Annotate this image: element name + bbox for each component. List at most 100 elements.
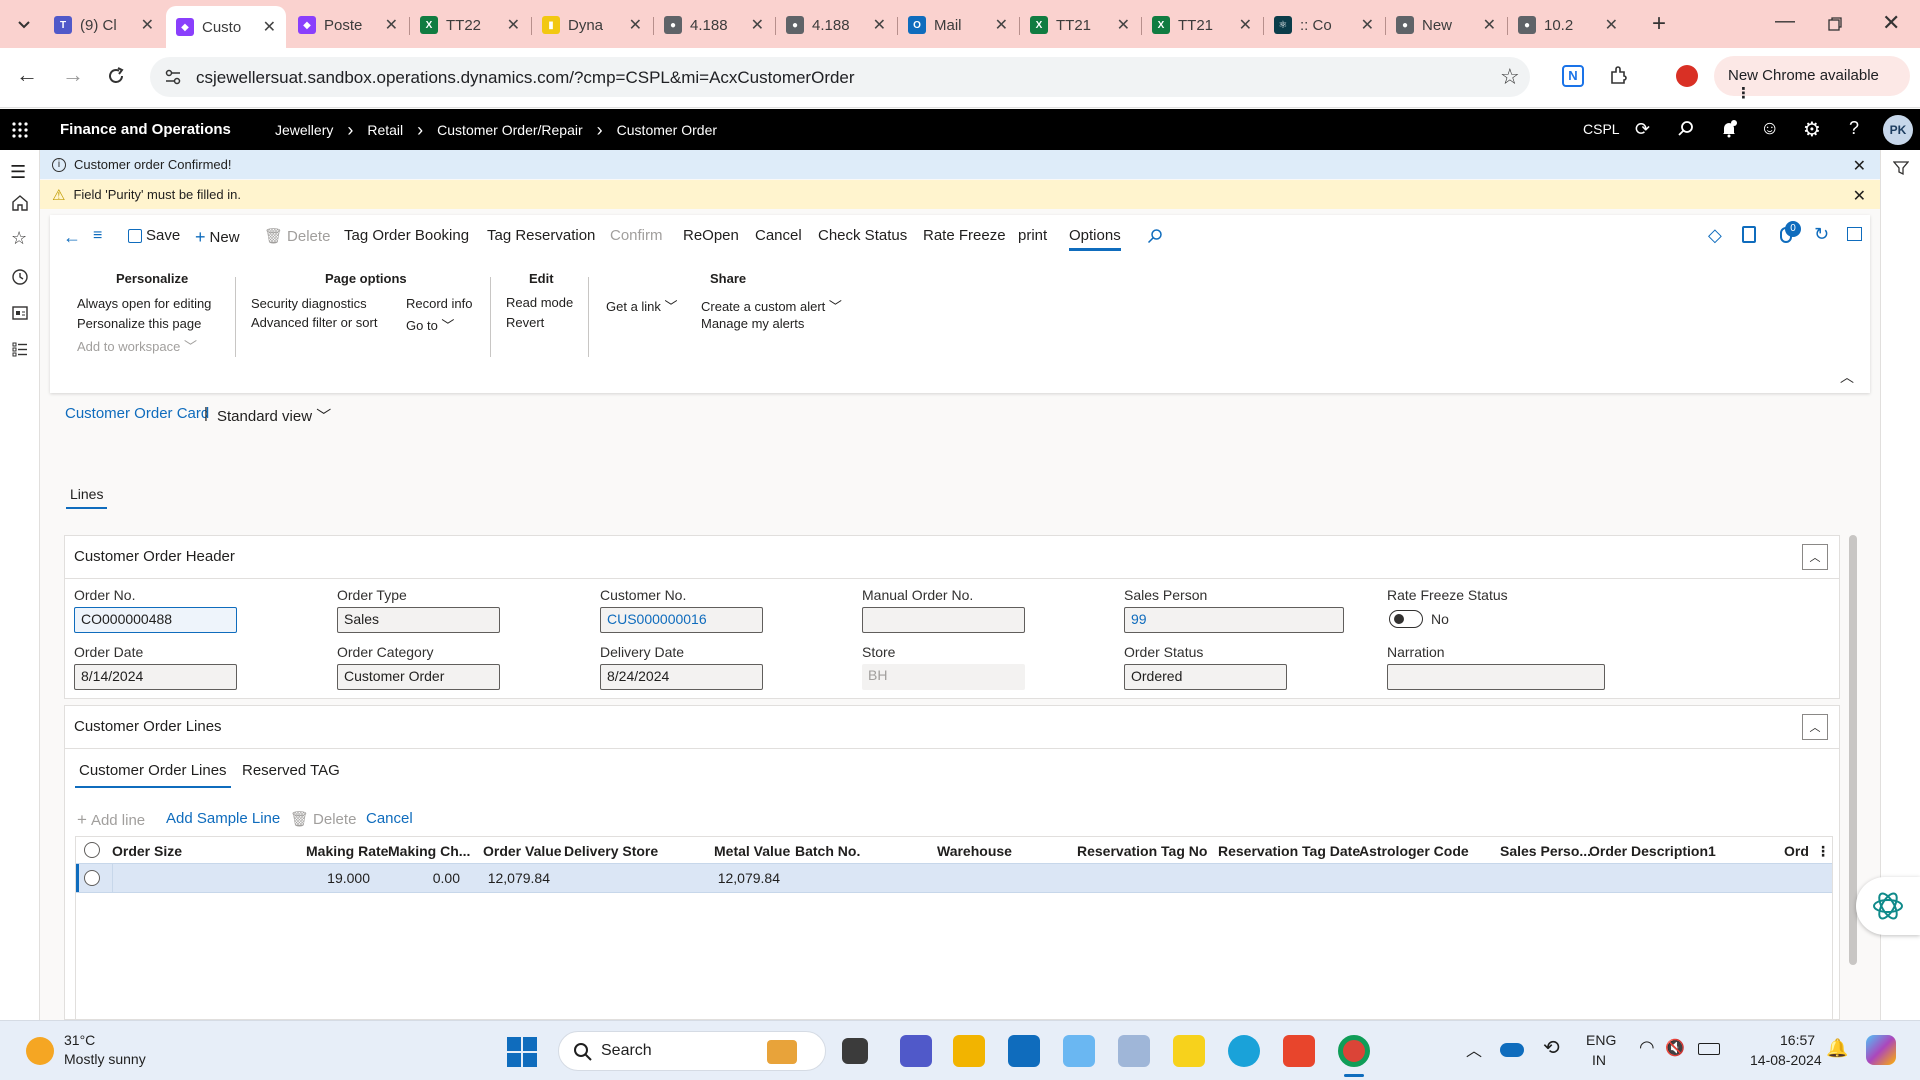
new-button[interactable]: + New xyxy=(195,227,240,248)
check-status-button[interactable]: Check Status xyxy=(818,227,907,244)
close-window-button[interactable]: ✕ xyxy=(1882,10,1900,36)
office-app-icon[interactable] xyxy=(1283,1035,1315,1067)
close-icon[interactable]: ✕ xyxy=(1853,186,1866,206)
cell-metal-value[interactable]: 12,079.84 xyxy=(696,870,780,886)
notifications-icon[interactable] xyxy=(1719,119,1739,139)
close-tab-icon[interactable]: ✕ xyxy=(751,15,764,35)
always-open-for-editing[interactable]: Always open for editing xyxy=(77,296,211,311)
extension-n-icon[interactable]: N xyxy=(1562,65,1584,87)
breadcrumb-customer-order-repair[interactable]: Customer Order/Repair xyxy=(437,122,583,138)
rate-freeze-toggle[interactable] xyxy=(1389,610,1423,628)
print-button[interactable]: print xyxy=(1018,227,1047,244)
close-tab-icon[interactable]: ✕ xyxy=(629,15,642,35)
region-indicator[interactable]: IN xyxy=(1592,1052,1606,1068)
browser-tab[interactable]: ◆ Poste ✕ xyxy=(288,8,408,42)
table-row[interactable]: 19.000 0.00 12,079.84 12,079.84 xyxy=(76,863,1832,893)
app-brand[interactable]: Finance and Operations xyxy=(60,121,231,138)
collapse-section-button[interactable]: ︿ xyxy=(1802,544,1828,570)
close-tab-icon[interactable]: ✕ xyxy=(141,15,154,35)
view-selector[interactable]: Standard view ﹀ xyxy=(217,405,331,426)
column-header-metal-value[interactable]: Metal Value xyxy=(714,843,790,859)
home-icon[interactable] xyxy=(11,194,29,212)
column-header-warehouse[interactable]: Warehouse xyxy=(937,843,1012,859)
cancel-line-button[interactable]: Cancel xyxy=(366,810,413,827)
tab-reserved-tag[interactable]: Reserved TAG xyxy=(242,762,340,779)
restore-button[interactable] xyxy=(1828,17,1842,31)
column-header-batch-no[interactable]: Batch No. xyxy=(795,843,860,859)
close-tab-icon[interactable]: ✕ xyxy=(873,15,886,35)
url-text[interactable]: csjewellersuat.sandbox.operations.dynami… xyxy=(196,68,855,88)
browser-tab[interactable]: O Mail ✕ xyxy=(898,8,1018,42)
chrome-update-button[interactable]: New Chrome available ⋮ xyxy=(1714,56,1910,102)
read-mode[interactable]: Read mode xyxy=(506,295,573,310)
clock-date[interactable]: 14-08-2024 xyxy=(1750,1052,1822,1068)
manage-my-alerts[interactable]: Manage my alerts xyxy=(701,316,804,331)
close-tab-icon[interactable]: ✕ xyxy=(1605,15,1618,35)
back-icon[interactable]: ← xyxy=(16,62,38,88)
close-tab-icon[interactable]: ✕ xyxy=(1483,15,1496,35)
minimize-button[interactable]: — xyxy=(1775,10,1795,33)
select-all-radio[interactable] xyxy=(84,842,100,858)
store-icon[interactable] xyxy=(1008,1035,1040,1067)
record-info[interactable]: Record info xyxy=(406,296,472,311)
back-arrow-icon[interactable]: ← xyxy=(63,227,81,248)
page-title[interactable]: Customer Order Card xyxy=(65,405,209,422)
search-icon[interactable] xyxy=(1147,228,1163,244)
browser-tab[interactable]: X TT21 ✕ xyxy=(1142,8,1262,42)
order-type-field[interactable]: Sales xyxy=(337,607,500,633)
teams-icon[interactable] xyxy=(900,1035,932,1067)
chrome-icon[interactable] xyxy=(1338,1035,1370,1067)
delete-button[interactable]: 🗑 Delete xyxy=(264,227,330,246)
volume-muted-icon[interactable]: 🔇 xyxy=(1665,1038,1685,1058)
app-launcher-icon[interactable] xyxy=(11,121,29,139)
close-tab-icon[interactable]: ✕ xyxy=(1117,15,1130,35)
column-header-reservation-tag-date[interactable]: Reservation Tag Date xyxy=(1218,843,1360,859)
close-tab-icon[interactable]: ✕ xyxy=(385,15,398,35)
copilot-icon[interactable]: ⟳ xyxy=(1635,119,1650,140)
manual-order-no-field[interactable] xyxy=(862,607,1025,633)
browser-tab[interactable]: ▮ Dyna ✕ xyxy=(532,8,652,42)
list-view-icon[interactable]: ≡ xyxy=(93,227,102,245)
add-sample-line-button[interactable]: Add Sample Line xyxy=(166,810,280,827)
taskbar-search-input[interactable]: Search xyxy=(558,1031,826,1071)
weather-sun-icon[interactable] xyxy=(26,1037,54,1065)
recent-clock-icon[interactable] xyxy=(11,268,29,286)
task-view-icon[interactable] xyxy=(842,1038,868,1064)
close-tab-icon[interactable]: ✕ xyxy=(263,17,276,37)
tab-customer-order-lines[interactable]: Customer Order Lines xyxy=(75,762,231,788)
extensions-icon[interactable] xyxy=(1608,65,1630,87)
browser-tab[interactable]: X TT22 ✕ xyxy=(410,8,530,42)
tab-search-icon[interactable] xyxy=(14,14,34,34)
narration-field[interactable] xyxy=(1387,664,1605,690)
tab-lines[interactable]: Lines xyxy=(65,486,109,509)
column-header-making-rate[interactable]: Making Rate xyxy=(306,843,388,859)
browser-tab[interactable]: T (9) Cl ✕ xyxy=(44,8,164,42)
wifi-icon[interactable]: ◠ xyxy=(1639,1037,1655,1058)
column-header-reservation-tag-no[interactable]: Reservation Tag No xyxy=(1077,843,1207,859)
customer-no-field[interactable]: CUS000000016 xyxy=(600,607,763,633)
order-date-field[interactable]: 8/14/2024 xyxy=(74,664,237,690)
help-icon[interactable]: ? xyxy=(1849,118,1859,139)
copilot-floating-button[interactable] xyxy=(1856,877,1920,935)
browser-tab[interactable]: ◆ Custo ✕ xyxy=(166,6,286,48)
site-info-icon[interactable] xyxy=(164,68,182,86)
close-tab-icon[interactable]: ✕ xyxy=(507,15,520,35)
section-title[interactable]: Customer Order Header xyxy=(74,548,235,565)
workspaces-icon[interactable] xyxy=(11,304,29,322)
collapse-section-button[interactable]: ︿ xyxy=(1802,714,1828,740)
modules-list-icon[interactable] xyxy=(11,340,29,358)
reopen-button[interactable]: ReOpen xyxy=(683,227,739,244)
close-icon[interactable]: ✕ xyxy=(1853,156,1866,176)
cell-order-value[interactable]: 12,079.84 xyxy=(466,870,550,886)
sticky-notes-icon[interactable] xyxy=(1173,1035,1205,1067)
collapse-action-pane-icon[interactable]: ︿ xyxy=(1840,367,1854,387)
revert[interactable]: Revert xyxy=(506,315,544,330)
delivery-date-field[interactable]: 8/24/2024 xyxy=(600,664,763,690)
avatar[interactable]: PK xyxy=(1883,115,1913,145)
tag-order-booking-button[interactable]: Tag Order Booking xyxy=(344,227,469,244)
chevron-up-icon[interactable]: ︿ xyxy=(1466,1037,1482,1061)
notification-bell-icon[interactable]: 🔔 xyxy=(1826,1038,1848,1059)
filter-funnel-icon[interactable] xyxy=(1893,160,1909,176)
add-line-button[interactable]: + Add line xyxy=(77,810,145,830)
personalize-this-page[interactable]: Personalize this page xyxy=(77,316,201,331)
